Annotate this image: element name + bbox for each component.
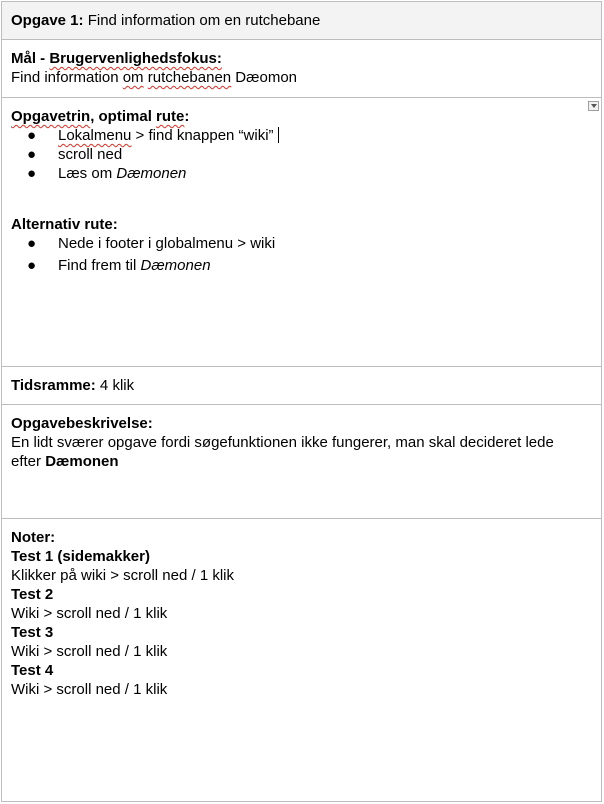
test-1-result: Klikker på wiki > scroll ned / 1 klik (11, 567, 234, 584)
list-item: ● Find frem til Dæmonen (11, 256, 592, 278)
task-title: Find information om en rutchebane (87, 12, 321, 29)
test-3-result: Wiki > scroll ned / 1 klik (11, 643, 168, 660)
goal-cell: Mål - Brugervenlighedsfokus: Find inform… (2, 40, 601, 98)
goal-text: Find information om rutchebanen Dæomon (11, 68, 592, 87)
test-1-title: Test 1 (sidemakker) (11, 547, 592, 566)
description-line-1: En lidt sværer opgave fordi søgefunktion… (11, 434, 554, 451)
timeframe-label: Tidsramme: (11, 377, 96, 394)
steps-heading: Opgavetrin, optimal rute: (11, 107, 592, 126)
alt-heading: Alternativ rute: (11, 215, 592, 234)
bullet-icon: ● (27, 127, 37, 144)
timeframe-value: 4 klik (95, 377, 135, 394)
test-2-title: Test 2 (11, 585, 592, 604)
goal-heading: Mål - Brugervenlighedsfokus: (11, 49, 592, 68)
list-item: ● Lokalmenu > find knappen “wiki” (11, 126, 592, 145)
bullet-icon: ● (27, 235, 37, 252)
timeframe-cell: Tidsramme: 4 klik (2, 367, 601, 405)
task-table: Opgave 1: Find information om en rutcheb… (1, 1, 602, 802)
steps-heading-mid: , optimal (90, 108, 157, 125)
alt-step-footer: Nede i footer i globalmenu > wiki (58, 235, 276, 252)
description-cell: Opgavebeskrivelse: En lidt sværer opgave… (2, 405, 601, 519)
step-scroll: scroll ned (58, 146, 123, 163)
test-4-result: Wiki > scroll ned / 1 klik (11, 681, 168, 698)
alt-step-target: Dæmonen (140, 257, 211, 274)
step-read: Læs om (58, 165, 117, 182)
description-heading: Opgavebeskrivelse: (11, 414, 592, 433)
test-2-result: Wiki > scroll ned / 1 klik (11, 605, 168, 622)
test-4-title: Test 4 (11, 661, 592, 680)
bullet-icon: ● (27, 257, 37, 274)
notes-cell: Noter: Test 1 (sidemakker) Klikker på wi… (2, 519, 601, 802)
description-heading-text: Opgavebeskrivelse: (11, 415, 153, 432)
alt-heading-text: Alternativ rute: (11, 216, 118, 233)
test-title: Test 1 (sidemakker) (11, 548, 150, 565)
steps-heading-opgavetrin: Opgavetrin (11, 108, 91, 125)
steps-cell[interactable]: Opgavetrin, optimal rute: ● Lokalmenu > f… (2, 98, 601, 367)
bullet-icon: ● (27, 146, 37, 163)
task-label: Opgave 1: (11, 12, 84, 29)
test-title: Test 2 (11, 586, 54, 603)
list-item: ● Læs om Dæmonen (11, 164, 592, 183)
step-find-wiki: > find knappen “wiki” (131, 127, 274, 144)
test-title: Test 3 (11, 624, 54, 641)
alt-step-find: Find frem til (58, 257, 141, 274)
list-item: ● scroll ned (11, 145, 592, 164)
step-lokalmenu: Lokalmenu (58, 127, 132, 144)
description-line-2-bold: Dæmonen (45, 453, 119, 470)
goal-text-part: Find information (11, 69, 123, 86)
goal-text-om: om (122, 69, 144, 86)
task-header-cell: Opgave 1: Find information om en rutcheb… (2, 2, 601, 40)
step-read-target: Dæmonen (116, 165, 187, 182)
list-item: ● Nede i footer i globalmenu > wiki (11, 234, 592, 256)
steps-heading-colon: : (184, 108, 190, 125)
goal-heading-prefix: Mål - (11, 50, 50, 67)
goal-text-name: Dæomon (231, 69, 297, 86)
optimal-route-list: ● Lokalmenu > find knappen “wiki” ● scroll… (11, 126, 592, 183)
description-line-2-text: efter (11, 453, 46, 470)
text-cursor (277, 127, 279, 143)
bullet-icon: ● (27, 165, 37, 182)
goal-heading-focus: Brugervenlighedsfokus: (49, 50, 222, 67)
test-title: Test 4 (11, 662, 54, 679)
notes-heading: Noter: (11, 528, 592, 547)
alt-route-list: ● Nede i footer i globalmenu > wiki ● Find… (11, 234, 592, 278)
goal-text-rutchebanen: rutchebanen (147, 69, 232, 86)
notes-heading-text: Noter: (11, 529, 56, 546)
test-3-title: Test 3 (11, 623, 592, 642)
chevron-down-icon[interactable] (588, 101, 599, 111)
steps-heading-rute: rute (156, 108, 185, 125)
description-line-2: efter Dæmonen (11, 452, 592, 471)
